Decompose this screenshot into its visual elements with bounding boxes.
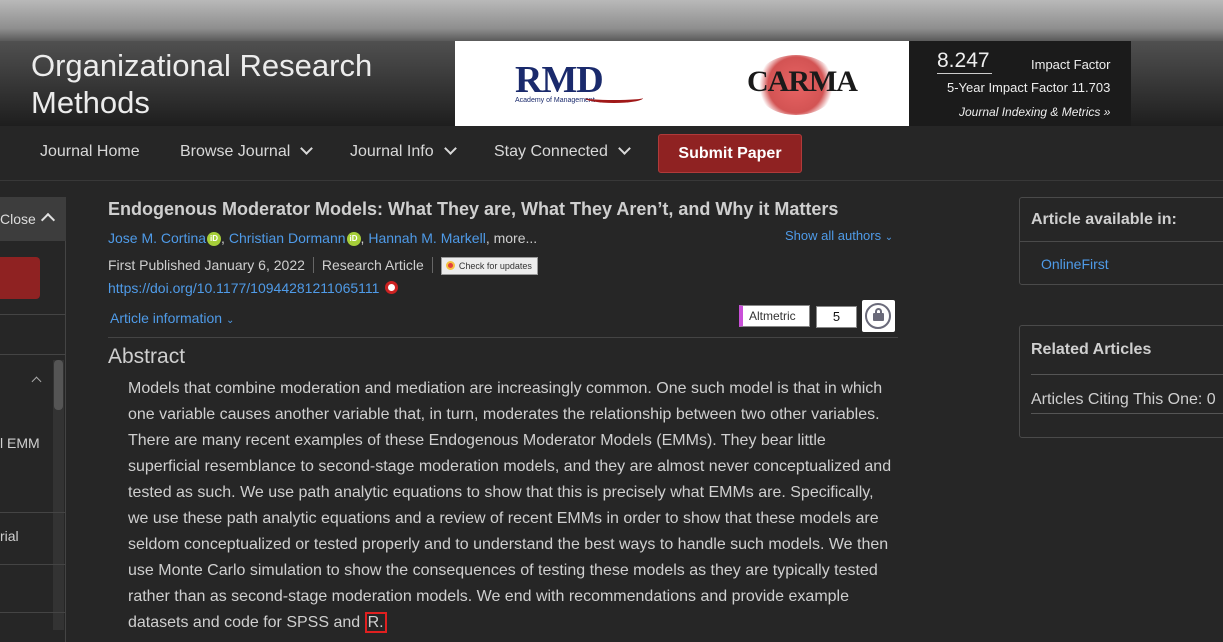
altmetric-count[interactable]: 5 xyxy=(816,306,857,328)
left-sidebar: Close l EMM rial xyxy=(0,197,66,642)
divider xyxy=(0,564,66,565)
check-for-updates-label: Check for updates xyxy=(458,261,532,271)
orcid-icon[interactable]: iD xyxy=(207,232,222,246)
published-date: First Published January 6, 2022 xyxy=(108,257,305,273)
carma-logo: CARMA xyxy=(747,65,858,98)
altmetric-badge[interactable]: Altmetric xyxy=(739,305,810,327)
sidebar-close-label: Close xyxy=(0,211,36,227)
sidebar-scrollbar[interactable] xyxy=(53,360,64,630)
chevron-down-icon xyxy=(300,142,314,155)
chevron-up-icon[interactable] xyxy=(31,376,42,387)
divider xyxy=(1031,374,1223,375)
availability-panel: Article available in: OnlineFirst xyxy=(1019,197,1223,285)
availability-heading: Article available in: xyxy=(1020,198,1223,242)
chevron-up-icon xyxy=(40,212,56,228)
rmd-logo-subtitle: Academy of Management xyxy=(515,97,595,104)
nav-journal-home[interactable]: Journal Home xyxy=(40,143,140,161)
submit-paper-button[interactable]: Submit Paper xyxy=(658,134,802,173)
chevron-down-icon: ⌄ xyxy=(884,232,894,243)
related-articles-heading[interactable]: Related Articles xyxy=(1020,326,1223,374)
impact-factor-label: Impact Factor xyxy=(1031,57,1111,72)
articles-citing-link[interactable]: Articles Citing This One: 0 xyxy=(1020,374,1223,409)
sidebar-item-material[interactable]: rial xyxy=(0,528,19,544)
impact-factor-value: 8.247 xyxy=(937,49,992,74)
divider xyxy=(431,257,433,273)
divider xyxy=(1031,413,1223,414)
divider xyxy=(0,612,66,613)
five-year-impact-factor: 5-Year Impact Factor 11.703 xyxy=(947,80,1111,95)
chevron-down-icon xyxy=(617,142,631,155)
main-nav: Journal Home Browse Journal Journal Info… xyxy=(0,126,1223,180)
divider xyxy=(0,512,66,513)
nav-label: Browse Journal xyxy=(180,143,291,160)
nav-journal-info[interactable]: Journal Info xyxy=(350,142,457,161)
show-all-label: Show all authors xyxy=(785,228,882,243)
nav-label: Journal Home xyxy=(40,143,140,160)
partner-banner[interactable]: RMD Academy of Management CARMA xyxy=(455,41,909,126)
divider xyxy=(108,337,898,338)
lock-icon-body xyxy=(873,313,884,321)
doi-link[interactable]: https://doi.org/10.1177/1094428121106511… xyxy=(108,280,399,296)
author-list: Jose M. Cortina iD, Christian Dormann iD, … xyxy=(108,230,538,246)
article-meta: First Published January 6, 2022 Research … xyxy=(108,257,538,275)
divider xyxy=(312,257,314,273)
sidebar-item-emm[interactable]: l EMM xyxy=(0,435,40,451)
author-link[interactable]: Hannah M. Markell xyxy=(368,230,486,246)
crossmark-icon xyxy=(445,261,455,270)
abstract-body: Models that combine moderation and media… xyxy=(128,376,898,636)
chevron-down-icon: ⌄ xyxy=(225,315,235,326)
onlinefirst-link[interactable]: OnlineFirst xyxy=(1020,242,1223,272)
sidebar-red-button[interactable] xyxy=(0,257,40,299)
access-lock-button[interactable] xyxy=(862,300,895,332)
article-type: Research Article xyxy=(321,257,424,273)
divider xyxy=(0,354,66,355)
doi-icon xyxy=(385,281,399,294)
article-title: Endogenous Moderator Models: What They a… xyxy=(108,199,839,219)
show-all-authors-link[interactable]: Show all authors ⌄ xyxy=(785,228,893,243)
check-for-updates-button[interactable]: Check for updates xyxy=(440,257,538,275)
more-authors-link[interactable]: more... xyxy=(494,230,538,246)
article-information-toggle[interactable]: Article information ⌄ xyxy=(110,310,234,326)
nav-browse-journal[interactable]: Browse Journal xyxy=(180,142,314,161)
nav-label: Stay Connected xyxy=(494,143,608,160)
highlighted-text: R. xyxy=(364,612,387,633)
journal-indexing-link[interactable]: Journal Indexing & Metrics » xyxy=(959,105,1110,119)
doi-text: https://doi.org/10.1177/1094428121106511… xyxy=(108,280,380,296)
abstract-text: Models that combine moderation and media… xyxy=(128,380,892,631)
author-link[interactable]: Jose M. Cortina xyxy=(108,230,206,246)
nav-label: Journal Info xyxy=(350,143,434,160)
divider xyxy=(0,314,66,315)
related-articles-panel: Related Articles Articles Citing This On… xyxy=(1019,325,1223,438)
journal-title[interactable]: Organizational Research Methods xyxy=(31,47,451,121)
browser-top-band xyxy=(0,0,1223,41)
nav-divider xyxy=(0,180,1223,181)
rmd-swoosh-icon xyxy=(585,93,643,103)
author-link[interactable]: Christian Dormann xyxy=(229,230,346,246)
orcid-icon[interactable]: iD xyxy=(346,232,361,246)
nav-stay-connected[interactable]: Stay Connected xyxy=(494,142,631,161)
abstract-heading: Abstract xyxy=(108,345,186,368)
chevron-down-icon xyxy=(443,142,457,155)
scrollbar-thumb[interactable] xyxy=(54,360,63,410)
journal-metrics: 8.247 Impact Factor 5-Year Impact Factor… xyxy=(909,41,1131,126)
sidebar-close-button[interactable]: Close xyxy=(0,197,66,241)
article-information-label: Article information xyxy=(110,310,223,326)
